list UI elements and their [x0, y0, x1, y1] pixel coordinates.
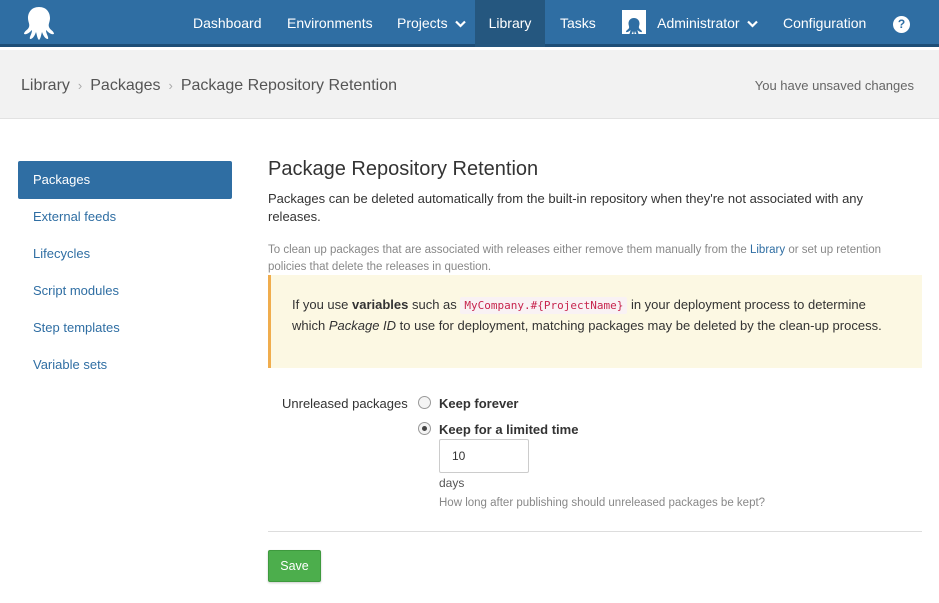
user-avatar-icon — [622, 10, 646, 36]
radio-keep-forever[interactable]: Keep forever — [418, 396, 518, 411]
unsaved-changes-status: You have unsaved changes — [754, 78, 914, 93]
radio-keep-limited-time[interactable]: Keep for a limited time — [418, 422, 578, 437]
nav-administrator-label: Administrator — [657, 15, 740, 31]
warning-callout: If you use variables such as MyCompany.#… — [268, 275, 922, 368]
nav-environments[interactable]: Environments — [287, 0, 373, 47]
nav-projects-label: Projects — [397, 15, 448, 31]
warning-text: to use for deployment, matching packages… — [396, 318, 882, 333]
radio-label: Keep for a limited time — [439, 422, 579, 437]
days-help-text: How long after publishing should unrelea… — [439, 497, 766, 509]
nav-configuration[interactable]: Configuration — [783, 0, 866, 47]
radio-button[interactable] — [418, 396, 431, 410]
breadcrumb: Library › Packages › Package Repository Rete… — [21, 77, 397, 95]
nav-library[interactable]: Library — [475, 0, 545, 47]
octopus-logo-icon[interactable] — [22, 5, 56, 41]
top-navigation: Dashboard Environments Projects Library … — [0, 0, 939, 47]
page-description: Packages can be deleted automatically fr… — [268, 191, 864, 224]
nav-dashboard[interactable]: Dashboard — [193, 0, 262, 47]
warning-italic-package-id: Package ID — [328, 318, 397, 333]
nav-tasks[interactable]: Tasks — [560, 0, 596, 47]
breadcrumb-packages[interactable]: Packages — [90, 77, 160, 94]
sidebar-item-script-modules[interactable]: Script modules — [18, 272, 232, 310]
form-divider — [268, 531, 922, 532]
warning-text: If you use — [292, 297, 352, 312]
hint-text-before: To clean up packages that are associated… — [268, 244, 750, 256]
page-title: Package Repository Retention — [268, 158, 539, 180]
sidebar-item-external-feeds[interactable]: External feeds — [18, 198, 232, 236]
library-link[interactable]: Library — [750, 244, 785, 256]
warning-code-sample: MyCompany.#{ProjectName} — [460, 297, 628, 314]
nav-projects[interactable]: Projects — [397, 0, 467, 47]
sidebar-item-variable-sets[interactable]: Variable sets — [18, 346, 232, 384]
breadcrumb-library[interactable]: Library — [21, 77, 70, 94]
warning-bold-variables: variables — [351, 297, 409, 312]
breadcrumb-current: Package Repository Retention — [180, 77, 397, 94]
unreleased-packages-label: Unreleased packages — [282, 396, 408, 411]
nav-administrator[interactable]: Administrator — [622, 0, 759, 47]
breadcrumb-separator: › — [168, 78, 173, 93]
days-input[interactable] — [439, 439, 529, 473]
save-button[interactable]: Save — [268, 550, 321, 582]
breadcrumb-separator: › — [77, 78, 83, 93]
chevron-down-icon — [747, 21, 759, 28]
sidebar-item-packages[interactable]: Packages — [18, 161, 232, 199]
days-unit-label: days — [439, 476, 465, 490]
sidebar-item-step-templates[interactable]: Step templates — [18, 309, 232, 347]
sidebar-item-lifecycles[interactable]: Lifecycles — [18, 235, 232, 273]
warning-text: such as — [408, 297, 461, 312]
radio-label: Keep forever — [439, 396, 519, 411]
chevron-down-icon — [455, 21, 467, 28]
help-icon[interactable]: ? — [893, 16, 910, 33]
retention-hint: To clean up packages that are associated… — [268, 242, 918, 276]
radio-button-selected[interactable] — [418, 422, 431, 436]
breadcrumb-bar: Library › Packages › Package Repository Rete… — [0, 50, 939, 119]
